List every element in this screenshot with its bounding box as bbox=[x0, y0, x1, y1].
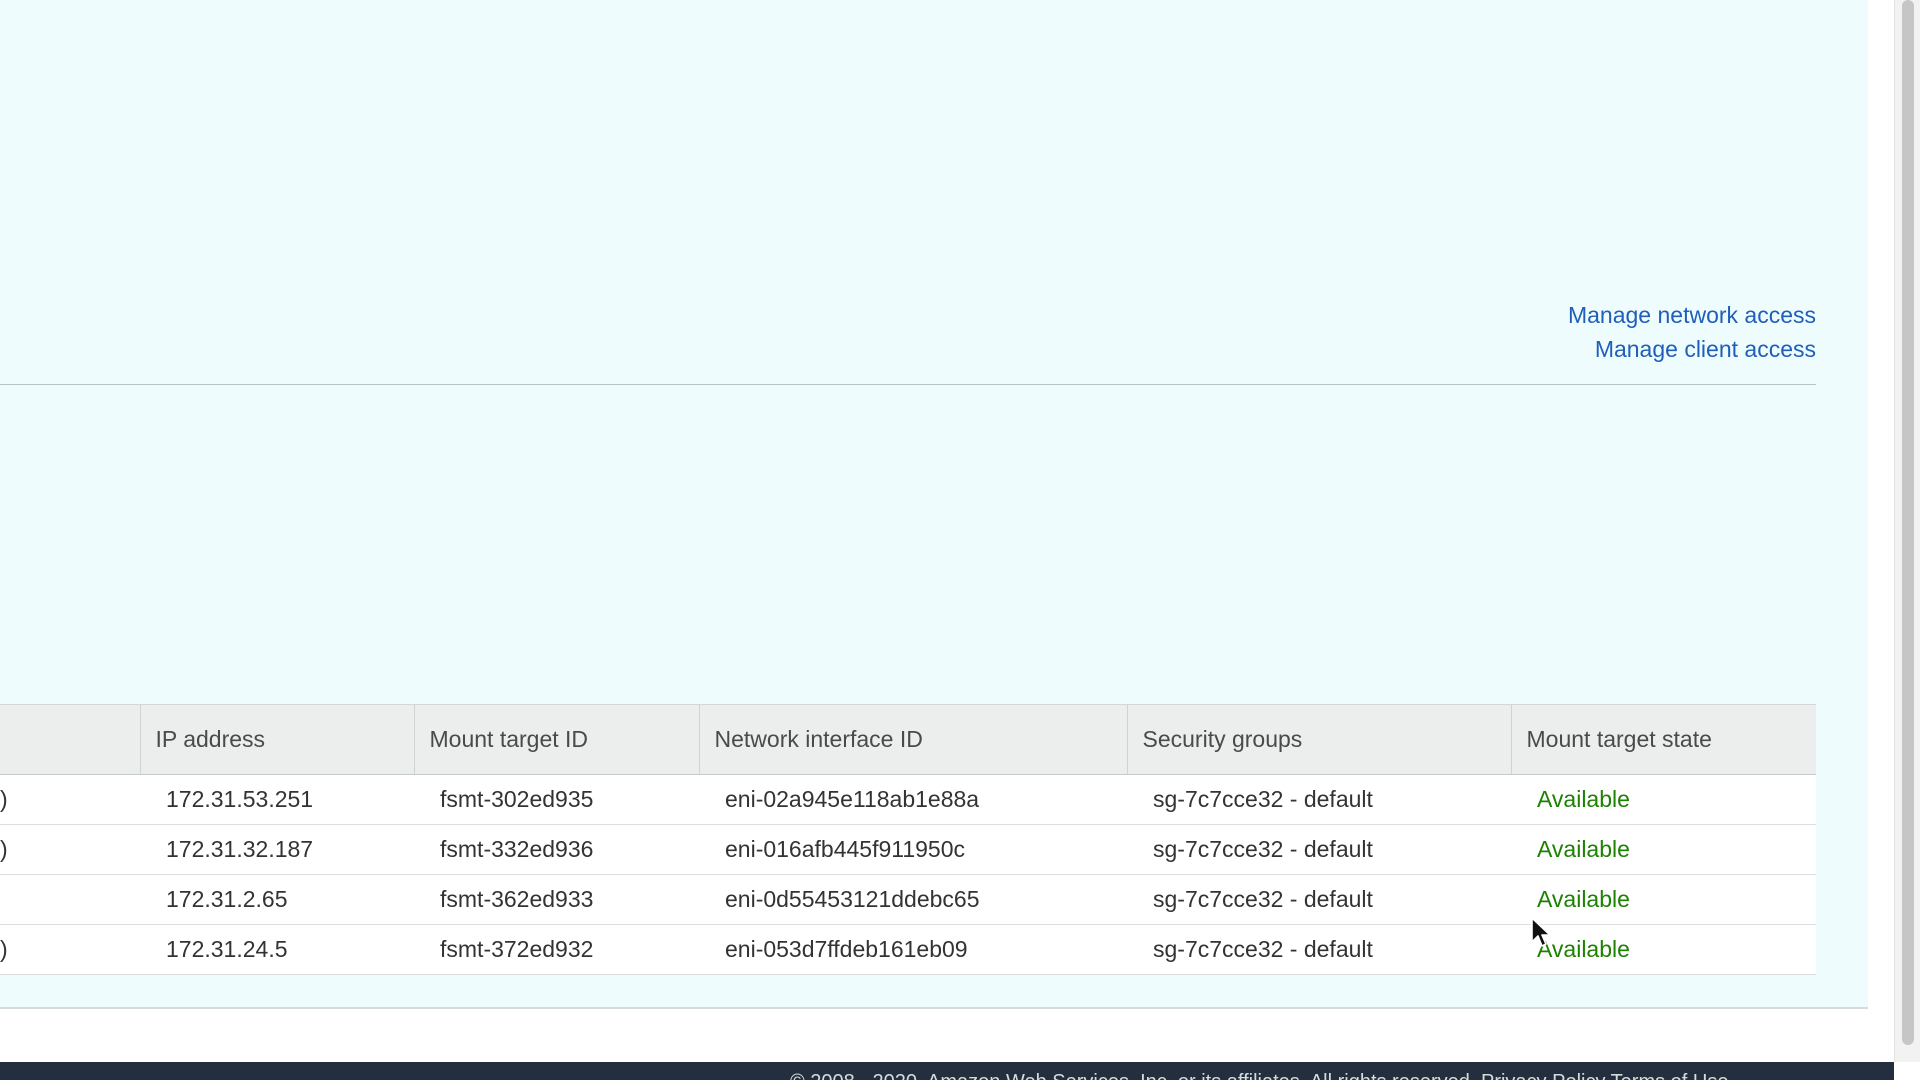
cell-security-groups: sg-7c7cce32 - default bbox=[1127, 924, 1511, 975]
cell-security-groups: sg-7c7cce32 - default bbox=[1127, 774, 1511, 825]
cell-security-groups: sg-7c7cce32 - default bbox=[1127, 824, 1511, 875]
right-gutter bbox=[1868, 0, 1894, 1062]
cell-network-interface-id: eni-02a945e118ab1e88a bbox=[699, 774, 1127, 825]
content-bottom-border bbox=[0, 1007, 1868, 1009]
cell-availability-zone: ) bbox=[0, 774, 140, 825]
cell-ip-address: 172.31.53.251 bbox=[140, 774, 414, 825]
cell-mount-target-id: fsmt-362ed933 bbox=[414, 874, 699, 925]
cell-mount-target-id: fsmt-332ed936 bbox=[414, 824, 699, 875]
table-row: ) 172.31.32.187 fsmt-332ed936 eni-016afb… bbox=[0, 824, 1816, 875]
cell-mount-target-state: Available bbox=[1511, 924, 1816, 975]
cell-availability-zone: ) bbox=[0, 924, 140, 975]
mouse-cursor-icon bbox=[1531, 917, 1551, 947]
table-header-row: IP address Mount target ID Network inter… bbox=[0, 704, 1816, 775]
cell-ip-address: 172.31.32.187 bbox=[140, 824, 414, 875]
cell-mount-target-state: Available bbox=[1511, 874, 1816, 925]
column-header-mount-target-id[interactable]: Mount target ID bbox=[413, 704, 699, 775]
page-footer: © 2008 - 2020, Amazon Web Services, Inc.… bbox=[0, 1062, 1894, 1080]
cell-mount-target-state: Available bbox=[1511, 824, 1816, 875]
column-header-mount-target-state[interactable]: Mount target state bbox=[1510, 704, 1816, 775]
section-divider bbox=[0, 384, 1816, 385]
cell-security-groups: sg-7c7cce32 - default bbox=[1127, 874, 1511, 925]
footer-text: © 2008 - 2020, Amazon Web Services, Inc.… bbox=[790, 1071, 1728, 1080]
cell-network-interface-id: eni-016afb445f911950c bbox=[699, 824, 1127, 875]
access-links: Manage network access Manage client acce… bbox=[1568, 298, 1816, 366]
manage-network-access-link[interactable]: Manage network access bbox=[1568, 298, 1816, 332]
cell-ip-address: 172.31.24.5 bbox=[140, 924, 414, 975]
column-header-network-interface-id[interactable]: Network interface ID bbox=[698, 704, 1127, 775]
cell-network-interface-id: eni-0d55453121ddebc65 bbox=[699, 874, 1127, 925]
cell-mount-target-id: fsmt-372ed932 bbox=[414, 924, 699, 975]
column-header-security-groups[interactable]: Security groups bbox=[1126, 704, 1511, 775]
manage-client-access-link[interactable]: Manage client access bbox=[1568, 332, 1816, 366]
cell-ip-address: 172.31.2.65 bbox=[140, 874, 414, 925]
cell-mount-target-state: Available bbox=[1511, 774, 1816, 825]
scrollbar-thumb[interactable] bbox=[1902, 0, 1914, 1045]
table-row: ) 172.31.53.251 fsmt-302ed935 eni-02a945… bbox=[0, 774, 1816, 825]
cell-availability-zone: ) bbox=[0, 824, 140, 875]
column-header-ip-address[interactable]: IP address bbox=[139, 704, 414, 775]
column-header-availability-zone[interactable] bbox=[0, 704, 140, 775]
cell-availability-zone bbox=[0, 874, 140, 925]
cell-network-interface-id: eni-053d7ffdeb161eb09 bbox=[699, 924, 1127, 975]
cell-mount-target-id: fsmt-302ed935 bbox=[414, 774, 699, 825]
